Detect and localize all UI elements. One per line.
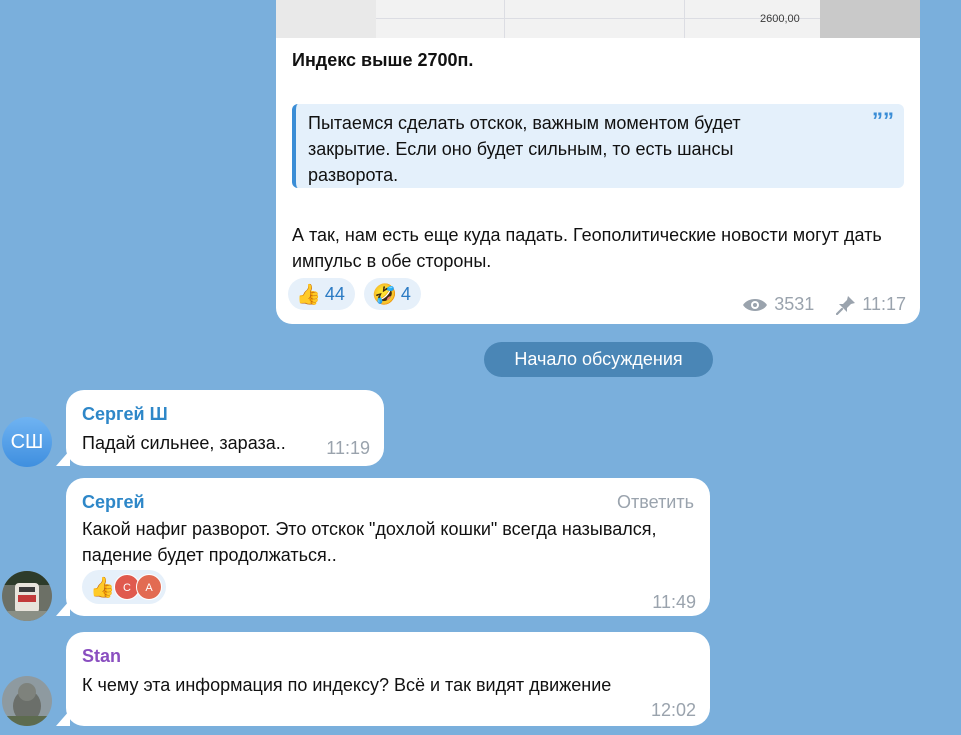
reaction-rofl[interactable]: 🤣 4 (364, 278, 421, 310)
thumbs-up-icon: 👍 (296, 283, 321, 306)
avatar[interactable] (2, 676, 52, 726)
eye-icon (743, 298, 768, 311)
reaction-thumbs-up[interactable]: 👍 44 (288, 278, 355, 310)
chart-image[interactable]: 2600,00 (276, 0, 920, 38)
avatar-photo (2, 571, 52, 621)
reaction-count: 44 (324, 283, 345, 304)
channel-post: 2600,00 Индекс выше 2700п. Пытаемся сдел… (276, 0, 920, 324)
reaction-count: 4 (400, 283, 411, 304)
quote-block: Пытаемся сделать отскок, важным моментом… (292, 104, 904, 188)
post-title: Индекс выше 2700п. (292, 50, 474, 70)
avatar[interactable]: СШ (2, 417, 52, 467)
chat-message[interactable]: Сергей Ш Падай сильнее, зараза.. 11:19 (66, 390, 384, 466)
pin-icon (836, 295, 856, 315)
chat-message[interactable]: Сергей Ответить Какой нафиг разворот. Эт… (66, 478, 710, 616)
post-meta: 3531 11:17 (742, 294, 906, 315)
view-count: 3531 (774, 294, 815, 314)
author-name[interactable]: Сергей (82, 492, 145, 513)
author-name[interactable]: Сергей Ш (82, 404, 168, 425)
reactor-avatar: А (136, 574, 162, 600)
avatar[interactable] (2, 571, 52, 621)
message-time: 11:49 (652, 592, 696, 612)
message-time: 11:19 (326, 438, 370, 458)
discussion-start-label: Начало обсуждения (484, 342, 713, 377)
quote-icon: ”” (872, 108, 894, 133)
thumbs-up-icon: 👍 (90, 577, 115, 599)
avatar-photo (2, 676, 52, 726)
message-time: 12:02 (650, 700, 696, 720)
author-name[interactable]: Stan (82, 646, 121, 667)
reply-button[interactable]: Ответить (617, 492, 694, 513)
chat-message[interactable]: Stan К чему эта информация по индексу? В… (66, 632, 710, 726)
post-body: А так, нам есть еще куда падать. Геополи… (292, 225, 882, 271)
reaction-thumbs-up[interactable]: 👍 С А (82, 570, 166, 604)
message-text: К чему эта информация по индексу? Всё и … (82, 675, 612, 695)
post-time: 11:17 (862, 294, 906, 314)
chart-tick-label: 2600,00 (760, 13, 800, 25)
message-text: Какой нафиг разворот. Это отскок "дохлой… (82, 519, 657, 565)
quote-text: Пытаемся сделать отскок, важным моментом… (308, 113, 741, 185)
message-text: Падай сильнее, зараза.. (82, 433, 286, 453)
rofl-face-icon: 🤣 (372, 283, 397, 306)
